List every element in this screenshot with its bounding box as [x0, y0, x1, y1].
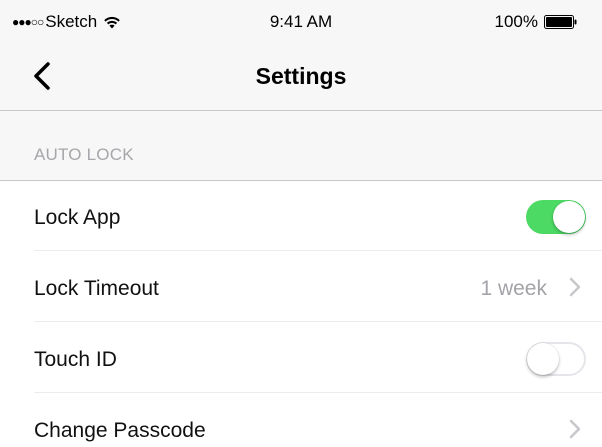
- section-header-label: AUTO LOCK: [34, 145, 134, 164]
- lock-timeout-row[interactable]: Lock Timeout 1 week: [0, 252, 602, 322]
- section-header: AUTO LOCK: [0, 111, 602, 181]
- toggle-knob: [527, 343, 559, 375]
- battery-icon: [544, 15, 577, 29]
- row-divider: [34, 250, 602, 251]
- lock-app-label: Lock App: [34, 206, 121, 229]
- status-right: 100%: [495, 11, 578, 33]
- touch-id-row[interactable]: Touch ID: [0, 323, 602, 393]
- lock-app-row[interactable]: Lock App: [0, 181, 602, 251]
- settings-screen: ●●●○○ Sketch 9:41 AM 100% Settings AUTO …: [0, 0, 602, 447]
- lock-app-toggle[interactable]: [526, 200, 586, 234]
- lock-timeout-value: 1 week: [480, 277, 547, 300]
- toggle-knob: [553, 201, 585, 233]
- navigation-bar: Settings: [0, 44, 602, 111]
- row-divider: [34, 321, 602, 322]
- row-divider: [34, 392, 602, 393]
- lock-timeout-label: Lock Timeout: [34, 277, 159, 300]
- chevron-right-icon: [569, 277, 581, 297]
- battery-percentage: 100%: [494, 12, 538, 31]
- change-passcode-label: Change Passcode: [34, 419, 206, 442]
- change-passcode-row[interactable]: Change Passcode: [0, 394, 602, 447]
- chevron-right-icon: [569, 419, 581, 439]
- touch-id-toggle[interactable]: [526, 342, 586, 376]
- touch-id-label: Touch ID: [34, 348, 117, 371]
- page-title: Settings: [255, 63, 347, 89]
- status-bar: ●●●○○ Sketch 9:41 AM 100%: [0, 0, 602, 44]
